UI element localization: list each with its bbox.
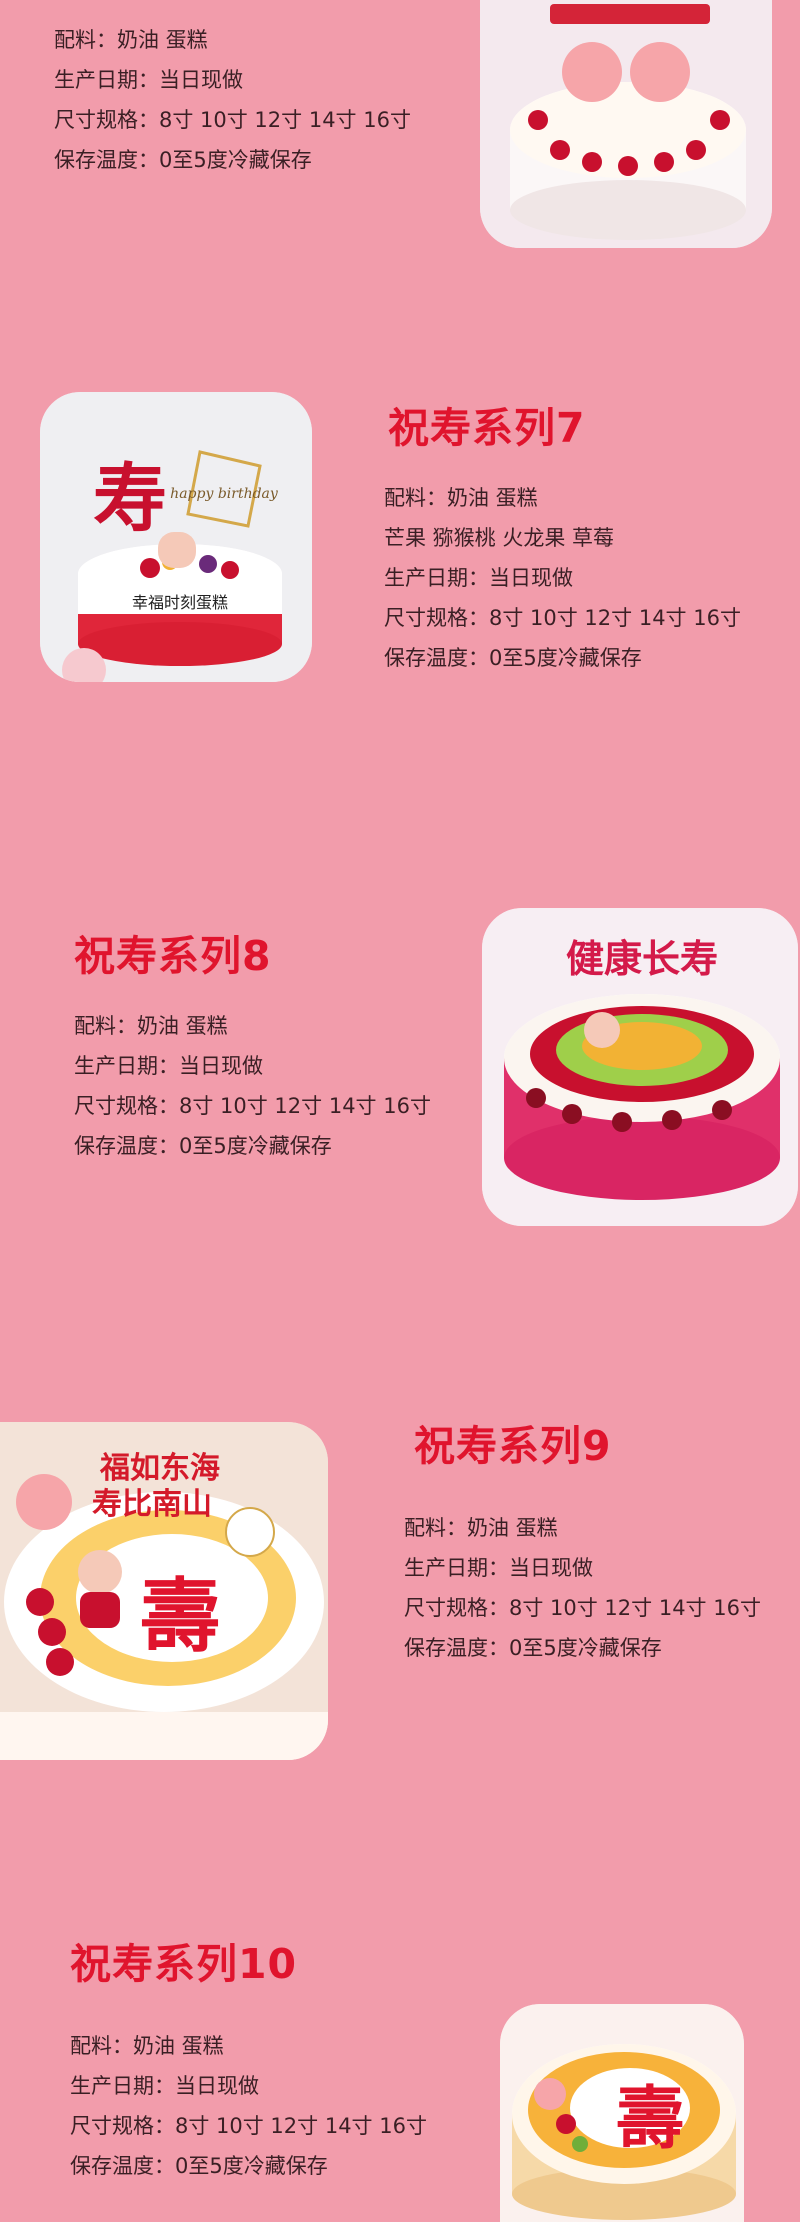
cake-topper-text: happy birthday: [170, 486, 279, 502]
cake-topper-text: 福如东海: [99, 1451, 220, 1486]
spec-ingredients: 配料：奶油 蛋糕: [404, 1516, 558, 1540]
spec-ingredients: 配料：奶油 蛋糕: [54, 28, 208, 52]
spec-ingredients: 配料：奶油 蛋糕: [384, 486, 538, 510]
product-title: 祝寿系列8: [74, 932, 272, 980]
cake-image: 壽: [500, 2004, 744, 2222]
spec-fruits: 芒果 猕猴桃 火龙果 草莓: [384, 526, 615, 550]
cake-image: 寿 happy birthday 幸福时刻蛋糕: [40, 392, 312, 682]
cake-topper-text-2: 寿比南山: [92, 1487, 212, 1522]
cake-image: [480, 0, 772, 248]
spec-production-date: 生产日期：当日现做: [70, 2074, 259, 2098]
spec-ingredients: 配料：奶油 蛋糕: [70, 2034, 224, 2058]
product-title: 祝寿系列9: [414, 1422, 612, 1470]
spec-production-date: 生产日期：当日现做: [54, 68, 243, 92]
product-title: 祝寿系列10: [70, 1940, 298, 1988]
spec-storage: 保存温度：0至5度冷藏保存: [70, 2154, 328, 2178]
spec-sizes: 尺寸规格：8寸 10寸 12寸 14寸 16寸: [70, 2114, 427, 2138]
cake-character: 壽: [140, 1569, 220, 1663]
spec-storage: 保存温度：0至5度冷藏保存: [54, 148, 312, 172]
cake-character: 寿: [93, 456, 167, 542]
spec-ingredients: 配料：奶油 蛋糕: [74, 1014, 228, 1038]
cake-character: 壽: [616, 2079, 684, 2159]
spec-storage: 保存温度：0至5度冷藏保存: [74, 1134, 332, 1158]
product-section-6: 配料：奶油 蛋糕 生产日期：当日现做 尺寸规格：8寸 10寸 12寸 14寸 1…: [0, 0, 800, 260]
product-section-7: 寿 happy birthday 幸福时刻蛋糕 祝寿系列7 配料：奶油 蛋糕 芒…: [0, 370, 800, 730]
cake-plaque-text: 幸福时刻蛋糕: [132, 593, 228, 612]
product-section-10: 祝寿系列10 配料：奶油 蛋糕 生产日期：当日现做 尺寸规格：8寸 10寸 12…: [0, 1930, 800, 2222]
product-section-9: 福如东海 寿比南山 壽 祝寿系列10 祝寿系列9 配料：奶油 蛋糕 生产日期：当…: [0, 1400, 800, 1780]
cake-illustration: [480, 0, 772, 248]
cake-image: 福如东海 寿比南山 壽: [0, 1422, 328, 1760]
cake-illustration: 寿 happy birthday 幸福时刻蛋糕: [40, 392, 312, 682]
cake-image: 健康长寿: [482, 908, 798, 1226]
spec-sizes: 尺寸规格：8寸 10寸 12寸 14寸 16寸: [384, 606, 741, 630]
cake-illustration: 福如东海 寿比南山 壽: [0, 1422, 328, 1760]
cake-topper-text: 健康长寿: [566, 936, 718, 981]
product-title: 祝寿系列7: [388, 404, 586, 452]
spec-production-date: 生产日期：当日现做: [74, 1054, 263, 1078]
spec-sizes: 尺寸规格：8寸 10寸 12寸 14寸 16寸: [404, 1596, 761, 1620]
product-section-8: 祝寿系列8 配料：奶油 蛋糕 生产日期：当日现做 尺寸规格：8寸 10寸 12寸…: [0, 900, 800, 1240]
spec-sizes: 尺寸规格：8寸 10寸 12寸 14寸 16寸: [54, 108, 411, 132]
spec-production-date: 生产日期：当日现做: [384, 566, 573, 590]
spec-sizes: 尺寸规格：8寸 10寸 12寸 14寸 16寸: [74, 1094, 431, 1118]
spec-storage: 保存温度：0至5度冷藏保存: [404, 1636, 662, 1660]
cake-illustration: 壽: [500, 2004, 744, 2222]
spec-production-date: 生产日期：当日现做: [404, 1556, 593, 1580]
cake-illustration: 健康长寿: [482, 908, 798, 1226]
spec-storage: 保存温度：0至5度冷藏保存: [384, 646, 642, 670]
